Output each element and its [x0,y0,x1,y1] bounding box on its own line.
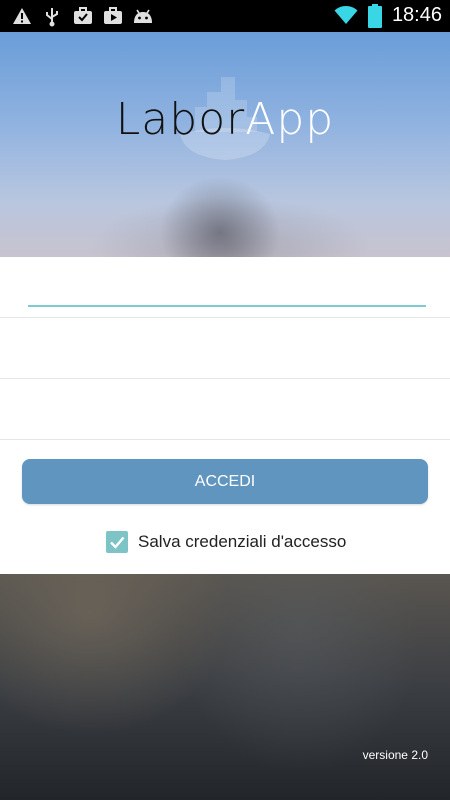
password-input[interactable] [28,332,426,366]
battery-icon [368,4,382,33]
briefcase-play-icon [103,7,123,30]
status-bar: 18:46 [0,0,450,32]
header-banner: LaborApp [0,32,450,257]
checkmark-icon [110,536,125,549]
password-row [0,318,450,379]
wifi-icon [334,5,358,30]
briefcase-check-icon [73,7,93,30]
app-title-labor: Labor [115,94,246,145]
usb-icon [44,7,60,32]
remember-label: Salva credenziali d'accesso [138,532,347,551]
version-label: versione 2.0 [362,748,428,762]
remember-credentials[interactable]: Salva credenziali d'accesso [106,531,346,553]
app-title-app: App [245,94,335,145]
app-title: LaborApp [0,94,450,145]
android-icon [132,7,154,30]
login-form: ACCEDI Salva credenziali d'accesso [0,257,450,574]
warning-icon [12,7,32,30]
footer-banner: versione 2.0 [0,574,450,800]
server-input[interactable] [28,393,426,427]
remember-checkbox[interactable] [106,531,128,553]
clock: 18:46 [391,4,442,26]
server-row [0,379,450,440]
login-button[interactable]: ACCEDI [22,459,428,504]
username-input[interactable] [28,271,426,307]
username-row [0,257,450,318]
